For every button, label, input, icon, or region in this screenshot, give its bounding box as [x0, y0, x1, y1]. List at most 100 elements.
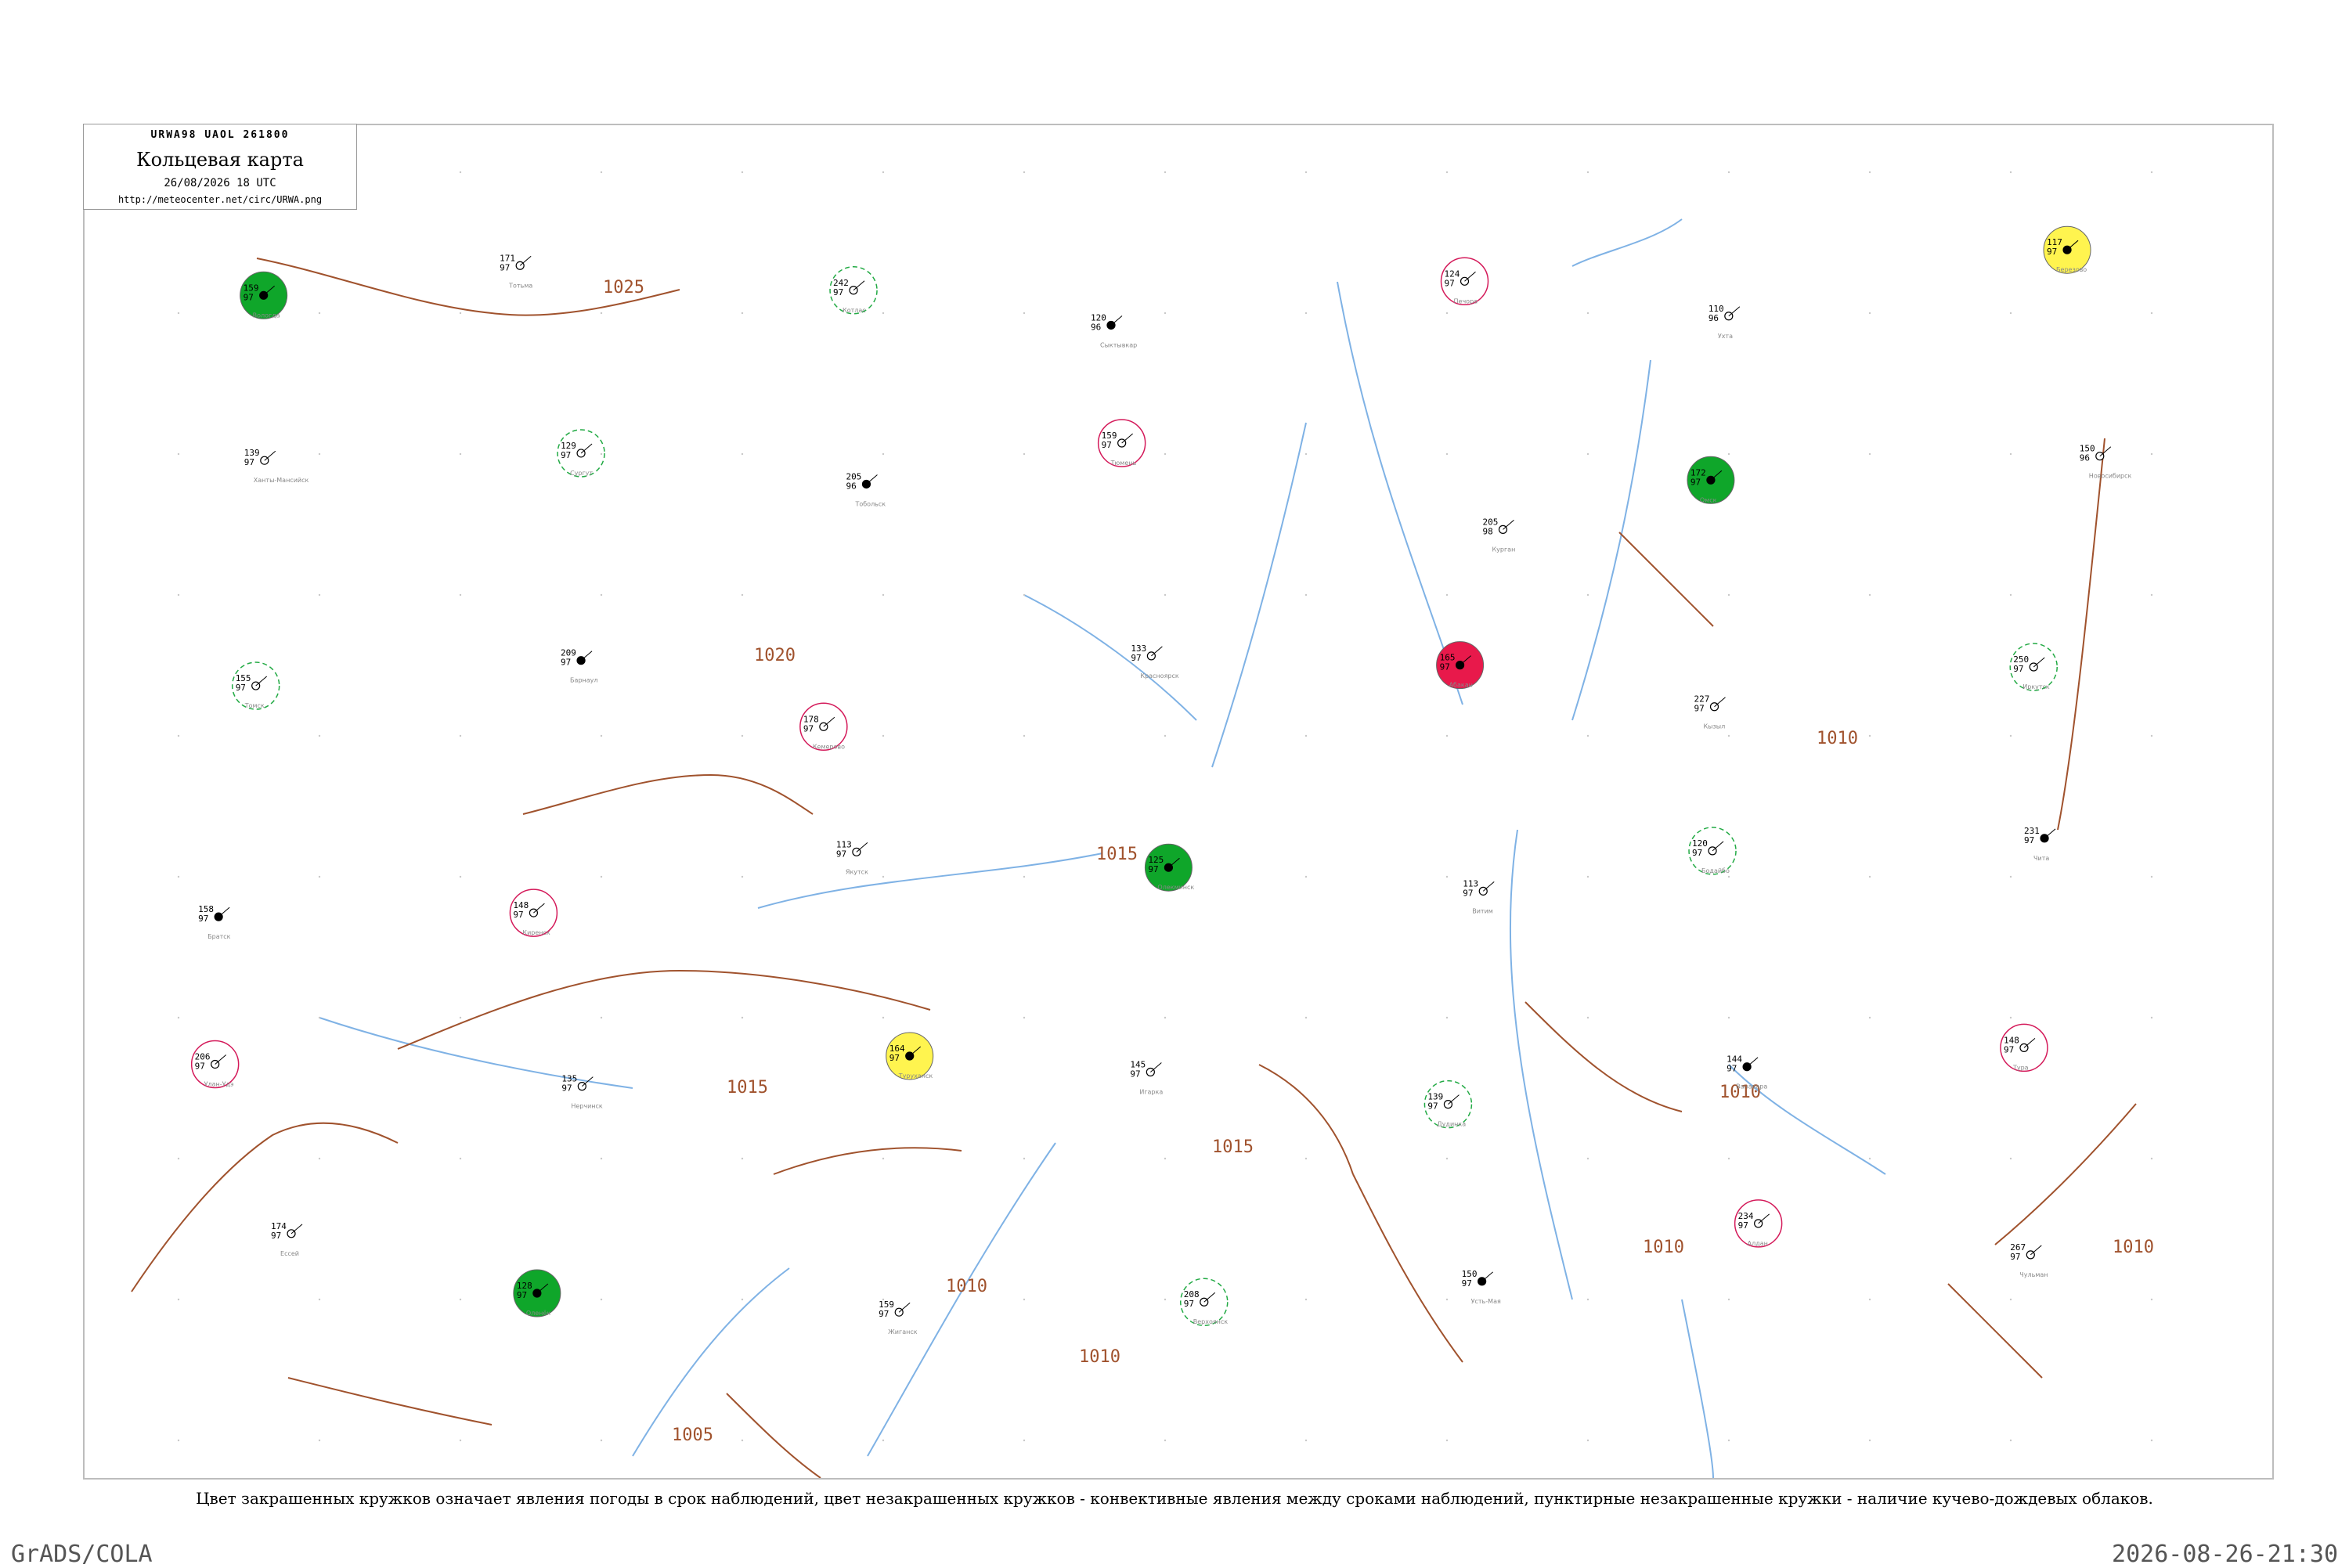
- station-temp: 97: [517, 1290, 527, 1300]
- grid-dot: [2150, 1298, 2153, 1301]
- grid-dot: [882, 452, 885, 456]
- grid-dot: [882, 171, 885, 174]
- isobar-label: 1010: [1643, 1238, 1684, 1257]
- wind-barb: [580, 443, 593, 454]
- footer-software: GrADS/COLA: [11, 1541, 153, 1568]
- station-name: Сургут: [570, 470, 593, 477]
- station-marker: 16597Абакан: [1436, 641, 1485, 690]
- river-line: [757, 852, 1103, 909]
- grid-dot: [1445, 1016, 1449, 1019]
- station-name: Оленёк: [526, 1310, 550, 1317]
- wind-barb: [1746, 1057, 1759, 1068]
- station-marker: 13597Нерчинск: [561, 1074, 603, 1110]
- station-name: Жиганск: [888, 1328, 918, 1336]
- station-name: Печора: [1454, 297, 1478, 305]
- station-marker: 20596Тобольск: [846, 471, 886, 507]
- isobar-label: 1015: [1096, 845, 1138, 864]
- grid-dot: [1445, 1298, 1449, 1301]
- station-marker: 11797Березово: [2043, 225, 2091, 274]
- station-temp: 97: [561, 450, 571, 460]
- wind-barb: [1503, 520, 1514, 530]
- wind-barb: [853, 280, 865, 291]
- grid-dot: [318, 1016, 321, 1019]
- grid-dot: [2009, 312, 2012, 315]
- grid-dot: [1023, 452, 1026, 456]
- grid-dot: [318, 734, 321, 737]
- station-marker: 16497Туруханск: [886, 1032, 934, 1080]
- grid-dot: [1023, 875, 1026, 878]
- wind-barb: [1758, 1213, 1770, 1224]
- station-name: Чита: [2033, 855, 2049, 862]
- grid-dot: [1586, 875, 1589, 878]
- grid-dot: [882, 312, 885, 315]
- grid-dot: [318, 1439, 321, 1442]
- grid-dot: [459, 593, 462, 597]
- station-name: Тотьма: [508, 282, 532, 289]
- station-marker: 17297Омск: [1687, 456, 1735, 504]
- station-temp: 97: [1440, 662, 1450, 672]
- wind-barb: [215, 1054, 226, 1065]
- wind-barb: [898, 1302, 911, 1313]
- grid-dot: [2150, 312, 2153, 315]
- grid-dot: [882, 734, 885, 737]
- station-temp: 97: [244, 457, 254, 467]
- station-temp: 96: [1709, 313, 1719, 323]
- station-marker: 15096Новосибирск: [2080, 444, 2132, 480]
- station-marker: 22797Кызыл: [1694, 694, 1726, 730]
- lat-lon-grid: [177, 171, 2153, 1442]
- map-title-box: URWA98 UAOL 261800 Кольцевая карта 26/08…: [83, 124, 357, 210]
- station-marker: 15097Усть-Мая: [1462, 1269, 1501, 1305]
- grid-dot: [1727, 734, 1730, 737]
- grid-dot: [1727, 1298, 1730, 1301]
- station-temp: 96: [1091, 322, 1101, 332]
- wind-barb: [1110, 315, 1123, 326]
- grid-dot: [2150, 593, 2153, 597]
- station-marker: 26797Чульман: [2010, 1242, 2048, 1278]
- isobar-line: [1352, 1173, 1463, 1363]
- wind-barb: [1728, 306, 1741, 317]
- isobar-label: 1010: [1817, 729, 1858, 748]
- station-name: Ессей: [280, 1250, 299, 1257]
- grid-dot: [1727, 171, 1730, 174]
- station-temp: 97: [236, 683, 246, 693]
- wind-barb: [1481, 1271, 1493, 1282]
- station-name: Березово: [2056, 266, 2087, 273]
- footer-timestamp: 2026-08-26-21:30: [2112, 1541, 2338, 1568]
- station-temp: 97: [1463, 888, 1473, 898]
- grid-dot: [1164, 1439, 1167, 1442]
- station-name: Якутск: [846, 868, 868, 875]
- source-url[interactable]: http://meteocenter.net/circ/URWA.png: [84, 194, 356, 205]
- station-marker: 14897Тура: [2000, 1023, 2048, 1072]
- grid-dot: [1164, 1157, 1167, 1160]
- station-name: Алдан: [1748, 1240, 1768, 1247]
- wind-barb: [290, 1224, 303, 1235]
- grid-dot: [741, 1016, 744, 1019]
- grid-dot: [1868, 1016, 1871, 1019]
- wind-barb: [823, 716, 835, 727]
- grid-dot: [459, 734, 462, 737]
- grid-dot: [459, 875, 462, 878]
- grid-dot: [1023, 1298, 1026, 1301]
- station-marker: 12096Сыктывкар: [1091, 312, 1137, 348]
- grid-dot: [1445, 1439, 1449, 1442]
- station-name: Киренск: [522, 929, 550, 936]
- station-name: Кызыл: [1704, 723, 1726, 730]
- station-name: Витим: [1472, 907, 1493, 914]
- grid-dot: [1445, 1157, 1449, 1160]
- station-marker: 12597Олекминск: [1144, 843, 1194, 892]
- grid-dot: [1304, 1439, 1308, 1442]
- grid-dot: [1023, 1439, 1026, 1442]
- station-temp: 97: [1148, 864, 1158, 874]
- isobar-line: [131, 1122, 399, 1292]
- station-name: Олекминск: [1157, 884, 1194, 891]
- bulletin-code: URWA98 UAOL 261800: [150, 129, 290, 141]
- grid-dot: [318, 312, 321, 315]
- station-name: Тобольск: [854, 500, 886, 507]
- station-name: Абакан: [1449, 682, 1473, 689]
- river-line: [1728, 1064, 1886, 1175]
- station-temp: 97: [2013, 664, 2023, 674]
- wind-barb: [856, 842, 868, 852]
- station-name: Нерчинск: [571, 1103, 603, 1110]
- grid-dot: [2009, 171, 2012, 174]
- grid-dot: [1868, 452, 1871, 456]
